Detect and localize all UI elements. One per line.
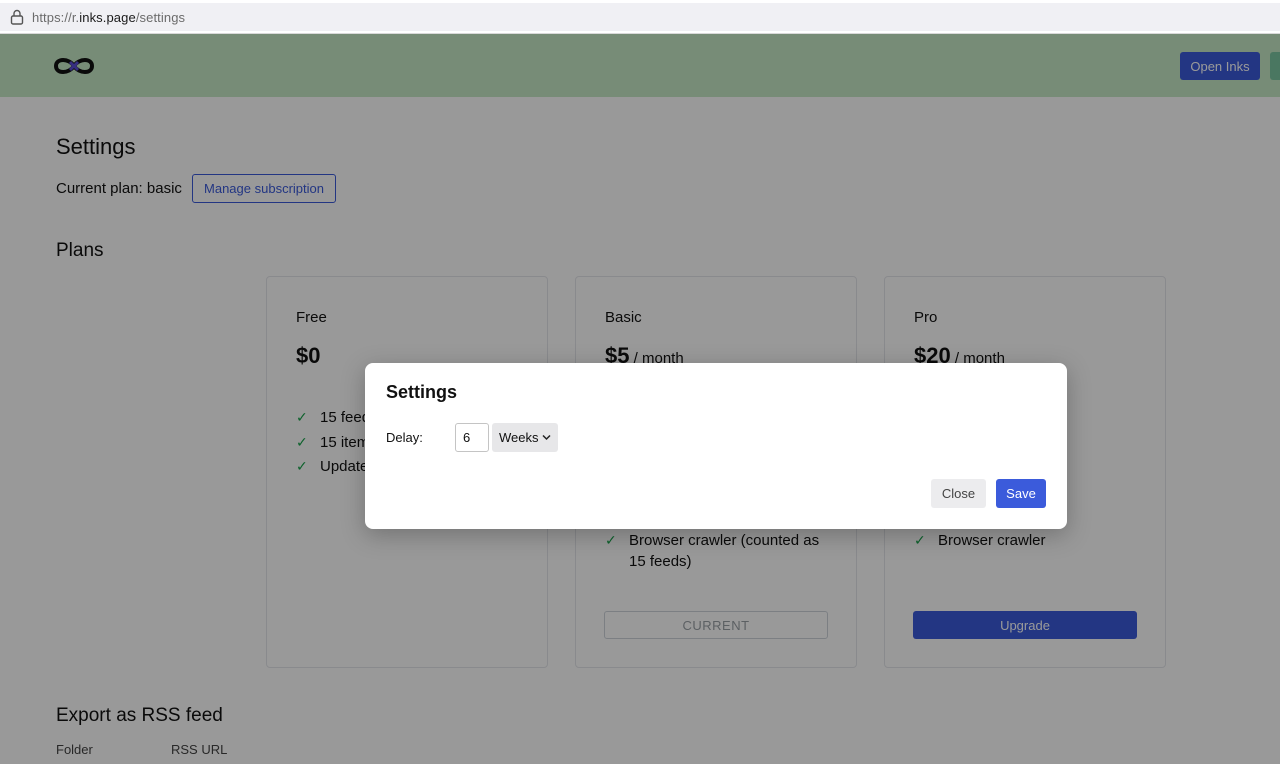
browser-url-bar[interactable]: https://r.inks.page/settings [0,0,1280,34]
close-button[interactable]: Close [931,479,986,508]
url-text[interactable]: https://r.inks.page/settings [32,10,185,25]
url-host: inks.page [79,10,136,25]
url-field[interactable] [0,3,1280,31]
delay-label: Delay: [386,430,423,445]
save-button[interactable]: Save [996,479,1046,508]
delay-value-input[interactable] [455,423,489,452]
lock-icon [10,9,24,25]
settings-modal: Settings Delay: Weeks Close Save [365,363,1067,529]
modal-title: Settings [386,382,458,402]
url-scheme: https://r. [32,10,80,25]
delay-unit-value: Weeks [499,430,539,445]
delay-unit-select[interactable]: Weeks [492,423,558,452]
url-path: /settings [135,10,186,25]
chevron-down-icon [542,434,551,441]
